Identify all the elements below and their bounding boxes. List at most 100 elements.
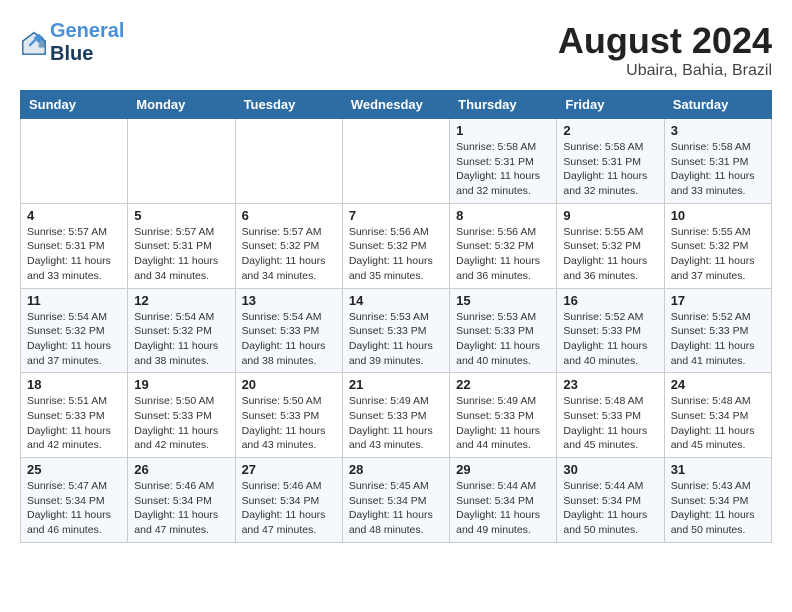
day-info: Sunrise: 5:50 AM Sunset: 5:33 PM Dayligh… <box>134 394 228 453</box>
header-wednesday: Wednesday <box>342 91 449 119</box>
day-number: 14 <box>349 293 443 308</box>
day-info: Sunrise: 5:45 AM Sunset: 5:34 PM Dayligh… <box>349 479 443 538</box>
calendar-cell: 19Sunrise: 5:50 AM Sunset: 5:33 PM Dayli… <box>128 373 235 458</box>
calendar-cell: 11 Sunrise: 5:54 AM Sunset: 5:32 PM Dayli… <box>21 288 128 373</box>
day-number: 8 <box>456 208 550 223</box>
calendar-cell: 30 Sunrise: 5:44 AM Sunset: 5:34 PM Dayli… <box>557 458 664 543</box>
day-number: 11 <box>27 293 121 308</box>
calendar-body: 1 Sunrise: 5:58 AM Sunset: 5:31 PM Daylig… <box>21 119 772 543</box>
day-number: 15 <box>456 293 550 308</box>
header-saturday: Saturday <box>664 91 771 119</box>
day-info: Sunrise: 5:50 AM Sunset: 5:33 PM Dayligh… <box>242 394 336 453</box>
calendar-cell <box>342 119 449 204</box>
day-number: 31 <box>671 462 765 477</box>
day-number: 1 <box>456 123 550 138</box>
calendar-cell: 26Sunrise: 5:46 AM Sunset: 5:34 PM Dayli… <box>128 458 235 543</box>
day-info: Sunrise: 5:46 AM Sunset: 5:34 PM Dayligh… <box>134 479 228 538</box>
day-info: Sunrise: 5:46 AM Sunset: 5:34 PM Dayligh… <box>242 479 336 538</box>
day-number: 21 <box>349 377 443 392</box>
day-number: 3 <box>671 123 765 138</box>
page-header: General Blue August 2024 Ubaira, Bahia, … <box>20 20 772 80</box>
calendar-cell: 3Sunrise: 5:58 AM Sunset: 5:31 PM Daylig… <box>664 119 771 204</box>
logo-icon <box>20 29 48 57</box>
logo-text-block: General Blue <box>50 20 124 66</box>
day-info: Sunrise: 5:57 AM Sunset: 5:31 PM Dayligh… <box>27 225 121 284</box>
day-info: Sunrise: 5:52 AM Sunset: 5:33 PM Dayligh… <box>671 310 765 369</box>
calendar-cell: 20 Sunrise: 5:50 AM Sunset: 5:33 PM Dayli… <box>235 373 342 458</box>
calendar-cell: 9Sunrise: 5:55 AM Sunset: 5:32 PM Daylig… <box>557 203 664 288</box>
calendar-cell: 24Sunrise: 5:48 AM Sunset: 5:34 PM Dayli… <box>664 373 771 458</box>
day-number: 10 <box>671 208 765 223</box>
day-info: Sunrise: 5:43 AM Sunset: 5:34 PM Dayligh… <box>671 479 765 538</box>
day-number: 6 <box>242 208 336 223</box>
day-info: Sunrise: 5:44 AM Sunset: 5:34 PM Dayligh… <box>563 479 657 538</box>
header-sunday: Sunday <box>21 91 128 119</box>
day-info: Sunrise: 5:57 AM Sunset: 5:32 PM Dayligh… <box>242 225 336 284</box>
calendar-table: SundayMondayTuesdayWednesdayThursdayFrid… <box>20 90 772 543</box>
week-row-2: 4 Sunrise: 5:57 AM Sunset: 5:31 PM Daylig… <box>21 203 772 288</box>
day-info: Sunrise: 5:54 AM Sunset: 5:32 PM Dayligh… <box>27 310 121 369</box>
day-number: 9 <box>563 208 657 223</box>
header-thursday: Thursday <box>450 91 557 119</box>
calendar-cell: 21 Sunrise: 5:49 AM Sunset: 5:33 PM Dayli… <box>342 373 449 458</box>
calendar-cell <box>128 119 235 204</box>
day-number: 28 <box>349 462 443 477</box>
calendar-cell: 29 Sunrise: 5:44 AM Sunset: 5:34 PM Dayli… <box>450 458 557 543</box>
title-block: August 2024 Ubaira, Bahia, Brazil <box>558 20 772 80</box>
calendar-cell: 31 Sunrise: 5:43 AM Sunset: 5:34 PM Dayli… <box>664 458 771 543</box>
day-number: 18 <box>27 377 121 392</box>
logo: General Blue <box>20 20 124 66</box>
calendar-cell: 2Sunrise: 5:58 AM Sunset: 5:31 PM Daylig… <box>557 119 664 204</box>
calendar-cell: 1 Sunrise: 5:58 AM Sunset: 5:31 PM Daylig… <box>450 119 557 204</box>
day-info: Sunrise: 5:58 AM Sunset: 5:31 PM Dayligh… <box>563 140 657 199</box>
day-number: 12 <box>134 293 228 308</box>
day-headers-row: SundayMondayTuesdayWednesdayThursdayFrid… <box>21 91 772 119</box>
calendar-cell: 22 Sunrise: 5:49 AM Sunset: 5:33 PM Dayli… <box>450 373 557 458</box>
week-row-3: 11 Sunrise: 5:54 AM Sunset: 5:32 PM Dayli… <box>21 288 772 373</box>
calendar-cell: 7Sunrise: 5:56 AM Sunset: 5:32 PM Daylig… <box>342 203 449 288</box>
calendar-cell: 25 Sunrise: 5:47 AM Sunset: 5:34 PM Dayli… <box>21 458 128 543</box>
week-row-4: 18 Sunrise: 5:51 AM Sunset: 5:33 PM Dayli… <box>21 373 772 458</box>
day-number: 4 <box>27 208 121 223</box>
day-info: Sunrise: 5:47 AM Sunset: 5:34 PM Dayligh… <box>27 479 121 538</box>
calendar-cell: 6 Sunrise: 5:57 AM Sunset: 5:32 PM Daylig… <box>235 203 342 288</box>
day-info: Sunrise: 5:49 AM Sunset: 5:33 PM Dayligh… <box>349 394 443 453</box>
day-number: 25 <box>27 462 121 477</box>
calendar-cell: 27 Sunrise: 5:46 AM Sunset: 5:34 PM Dayli… <box>235 458 342 543</box>
day-info: Sunrise: 5:58 AM Sunset: 5:31 PM Dayligh… <box>456 140 550 199</box>
calendar-cell: 13 Sunrise: 5:54 AM Sunset: 5:33 PM Dayli… <box>235 288 342 373</box>
location-subtitle: Ubaira, Bahia, Brazil <box>558 62 772 80</box>
logo-general: General <box>50 20 124 42</box>
calendar-cell: 4 Sunrise: 5:57 AM Sunset: 5:31 PM Daylig… <box>21 203 128 288</box>
day-number: 20 <box>242 377 336 392</box>
day-number: 29 <box>456 462 550 477</box>
day-number: 23 <box>563 377 657 392</box>
day-info: Sunrise: 5:54 AM Sunset: 5:33 PM Dayligh… <box>242 310 336 369</box>
header-monday: Monday <box>128 91 235 119</box>
week-row-5: 25 Sunrise: 5:47 AM Sunset: 5:34 PM Dayli… <box>21 458 772 543</box>
day-number: 24 <box>671 377 765 392</box>
day-info: Sunrise: 5:44 AM Sunset: 5:34 PM Dayligh… <box>456 479 550 538</box>
calendar-cell: 18 Sunrise: 5:51 AM Sunset: 5:33 PM Dayli… <box>21 373 128 458</box>
calendar-cell: 28 Sunrise: 5:45 AM Sunset: 5:34 PM Dayli… <box>342 458 449 543</box>
day-info: Sunrise: 5:56 AM Sunset: 5:32 PM Dayligh… <box>456 225 550 284</box>
day-number: 30 <box>563 462 657 477</box>
header-tuesday: Tuesday <box>235 91 342 119</box>
logo-blue: Blue <box>50 43 124 66</box>
calendar-cell: 14Sunrise: 5:53 AM Sunset: 5:33 PM Dayli… <box>342 288 449 373</box>
day-number: 13 <box>242 293 336 308</box>
day-number: 17 <box>671 293 765 308</box>
day-info: Sunrise: 5:49 AM Sunset: 5:33 PM Dayligh… <box>456 394 550 453</box>
day-number: 16 <box>563 293 657 308</box>
calendar-header: SundayMondayTuesdayWednesdayThursdayFrid… <box>21 91 772 119</box>
day-info: Sunrise: 5:55 AM Sunset: 5:32 PM Dayligh… <box>671 225 765 284</box>
calendar-cell: 17 Sunrise: 5:52 AM Sunset: 5:33 PM Dayli… <box>664 288 771 373</box>
calendar-cell: 10 Sunrise: 5:55 AM Sunset: 5:32 PM Dayli… <box>664 203 771 288</box>
calendar-cell: 5Sunrise: 5:57 AM Sunset: 5:31 PM Daylig… <box>128 203 235 288</box>
day-info: Sunrise: 5:53 AM Sunset: 5:33 PM Dayligh… <box>456 310 550 369</box>
calendar-cell: 16Sunrise: 5:52 AM Sunset: 5:33 PM Dayli… <box>557 288 664 373</box>
day-number: 22 <box>456 377 550 392</box>
day-info: Sunrise: 5:51 AM Sunset: 5:33 PM Dayligh… <box>27 394 121 453</box>
day-number: 27 <box>242 462 336 477</box>
week-row-1: 1 Sunrise: 5:58 AM Sunset: 5:31 PM Daylig… <box>21 119 772 204</box>
